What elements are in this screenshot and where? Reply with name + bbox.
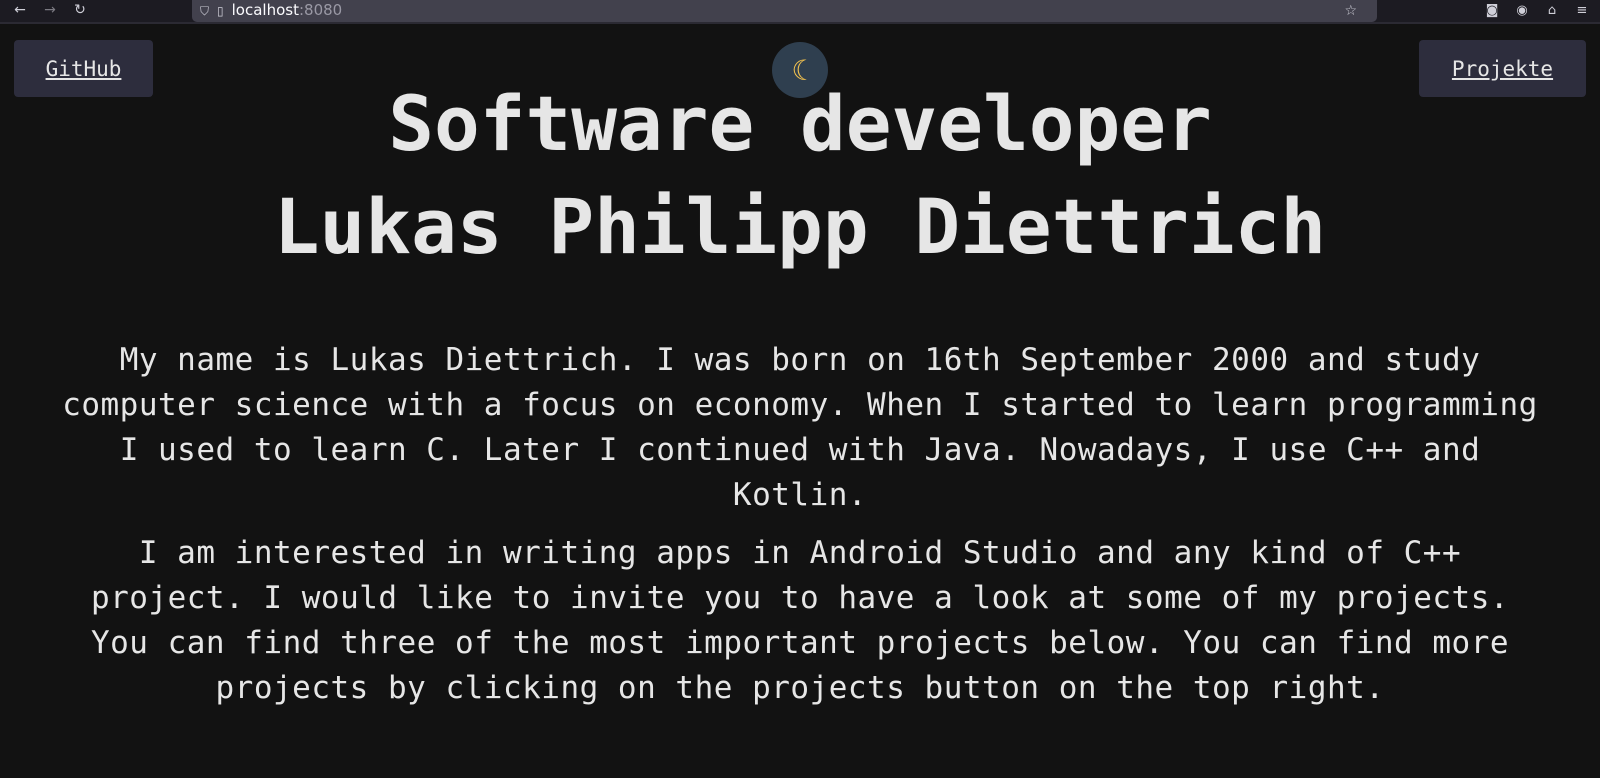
reload-icon[interactable]: ↻ xyxy=(68,1,92,19)
bio-section: My name is Lukas Diettrich. I was born o… xyxy=(60,338,1540,724)
bio-paragraph-2: I am interested in writing apps in Andro… xyxy=(90,535,1510,706)
url-port: :8080 xyxy=(298,1,343,19)
shield-icon[interactable]: ⛉ xyxy=(200,4,209,19)
back-arrow-icon[interactable]: ← xyxy=(8,1,32,19)
bio-paragraph-1: My name is Lukas Diettrich. I was born o… xyxy=(62,342,1538,513)
page-content: GitHub ☾ Projekte Software developer Luk… xyxy=(0,24,1600,778)
url-text[interactable]: localhost:8080 xyxy=(232,1,343,19)
theme-toggle-button[interactable]: ☾ xyxy=(772,42,828,98)
url-host: localhost xyxy=(231,1,299,19)
page-title: Software developer Lukas Philipp Diettri… xyxy=(0,72,1600,278)
page-icon[interactable]: ▯ xyxy=(217,4,224,18)
address-bar[interactable]: ⛉ ▯ localhost:8080 ☆ xyxy=(192,0,1377,22)
title-line-name: Lukas Philipp Diettrich xyxy=(273,182,1327,271)
menu-icon[interactable]: ≡ xyxy=(1574,3,1590,18)
moon-icon: ☾ xyxy=(791,53,809,87)
bookmark-star-icon[interactable]: ☆ xyxy=(1344,3,1357,19)
extensions-icon[interactable]: ⌂ xyxy=(1544,3,1560,18)
forward-arrow-icon[interactable]: → xyxy=(38,1,62,19)
browser-toolbar: ← → ↻ ⛉ ▯ localhost:8080 ☆ ◙ ◉ ⌂ ≡ xyxy=(0,0,1600,24)
toolbar-icons: ◙ ◉ ⌂ ≡ xyxy=(1484,0,1590,20)
account-icon[interactable]: ◉ xyxy=(1514,3,1530,18)
pocket-icon[interactable]: ◙ xyxy=(1484,3,1500,18)
